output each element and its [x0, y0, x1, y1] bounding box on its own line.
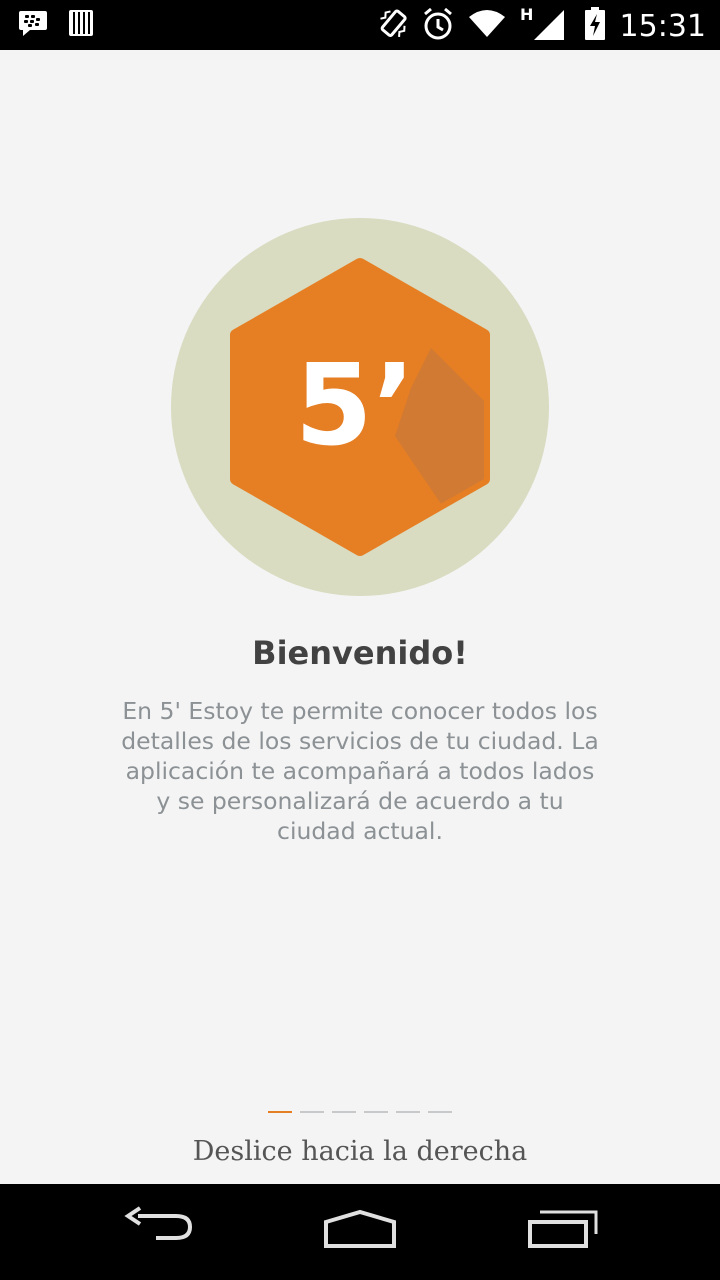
logo-text: 5’ [295, 341, 415, 471]
page-indicator [268, 1111, 452, 1113]
welcome-description: En 5' Estoy te permite conocer todos los… [121, 697, 599, 845]
back-icon[interactable] [124, 1206, 196, 1257]
network-type-label: H [520, 6, 533, 24]
welcome-screen[interactable]: 5’ Bienvenido! En 5' Estoy te permite co… [0, 50, 720, 1184]
navigation-bar [0, 1184, 720, 1280]
recent-apps-icon[interactable] [526, 1206, 600, 1257]
welcome-title: Bienvenido! [252, 634, 468, 672]
signal-icon: H [520, 5, 570, 47]
app-logo: 5’ [171, 218, 549, 596]
wifi-icon [468, 9, 506, 44]
page-indicator-dot-4 [364, 1111, 388, 1113]
alarm-icon [422, 7, 454, 46]
clock: 15:31 [619, 8, 706, 44]
page-indicator-dot-6 [428, 1111, 452, 1113]
vibrate-icon [378, 6, 408, 47]
page-indicator-dot-3 [332, 1111, 356, 1113]
home-icon[interactable] [322, 1206, 398, 1257]
page-indicator-dot-2 [300, 1111, 324, 1113]
status-bar: H 15:31 [0, 0, 720, 50]
page-indicator-dot-1 [268, 1111, 292, 1113]
battery-charging-icon [584, 7, 606, 46]
barcode-icon [68, 8, 94, 43]
bbm-icon [18, 9, 48, 42]
page-indicator-dot-5 [396, 1111, 420, 1113]
swipe-hint: Deslice hacia la derecha [192, 1136, 528, 1167]
